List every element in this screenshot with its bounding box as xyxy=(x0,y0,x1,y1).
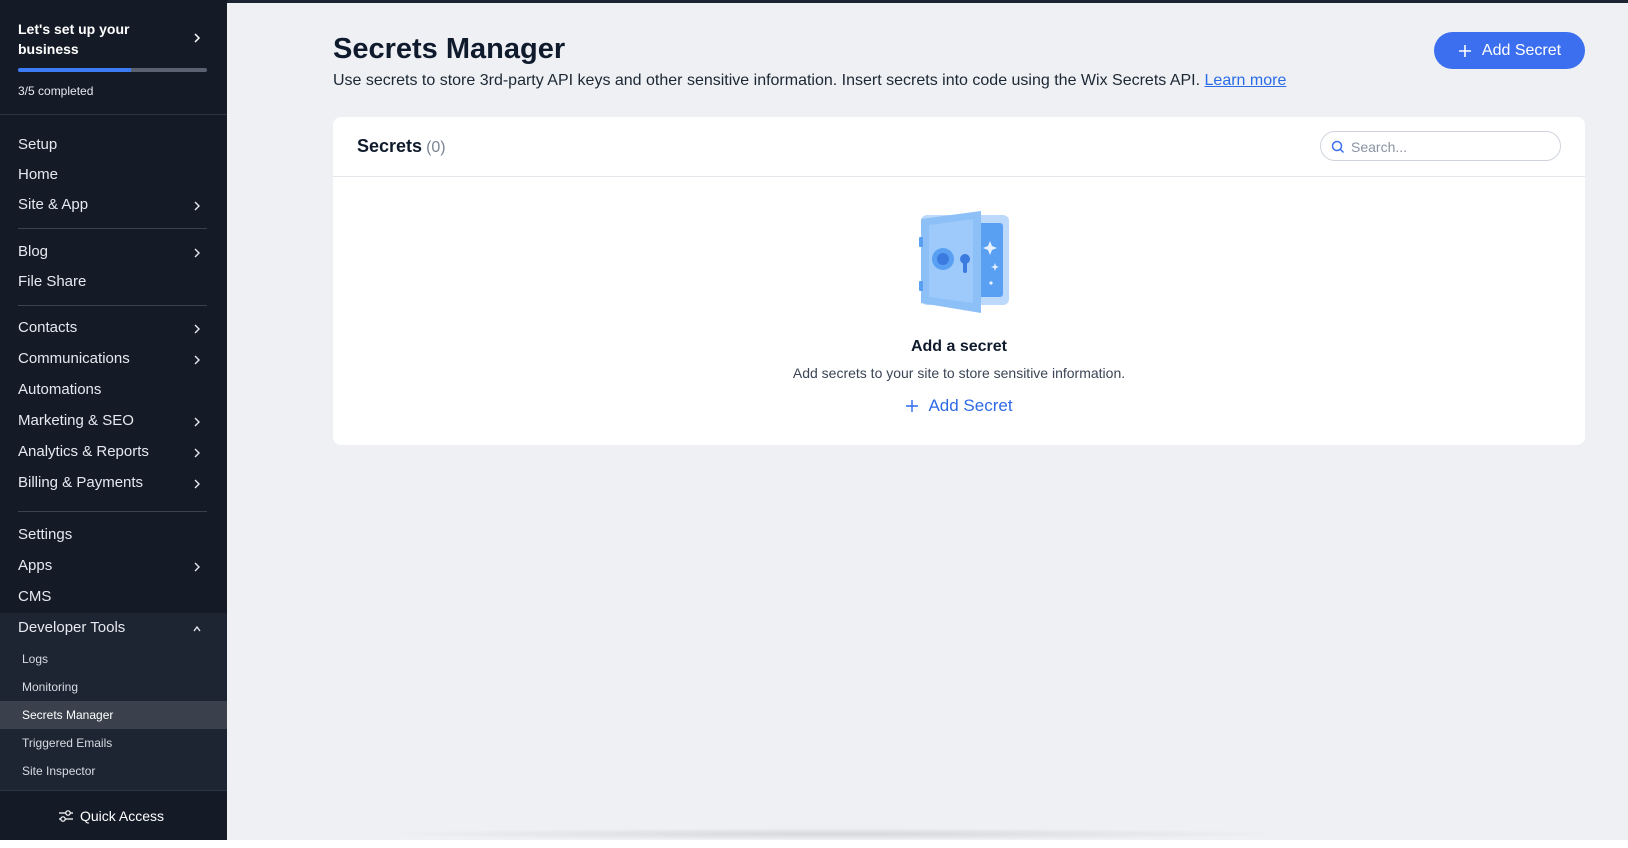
plus-icon xyxy=(906,400,919,412)
bottom-strip xyxy=(0,840,1628,848)
page-description: Use secrets to store 3rd-party API keys … xyxy=(333,72,1286,90)
sidebar-item-setup[interactable]: Setup xyxy=(0,130,227,161)
sidebar-item-label: Site & App xyxy=(18,196,89,213)
secrets-title-text: Secrets xyxy=(357,136,423,156)
sidebar-subitem-label: Site Inspector xyxy=(22,764,96,778)
empty-state-description: Add secrets to your site to store sensit… xyxy=(792,365,1126,381)
safe-illustration-icon xyxy=(919,211,1009,313)
sidebar-subitem-label: Monitoring xyxy=(22,680,79,694)
chevron-right-icon xyxy=(194,201,200,211)
chevron-right-icon xyxy=(194,355,200,365)
add-secret-button[interactable]: Add Secret xyxy=(1434,32,1585,69)
sidebar-item-label: Communications xyxy=(18,350,130,367)
sidebar-item-label: Setup xyxy=(18,136,58,153)
sidebar-item-label: CMS xyxy=(18,588,52,605)
sidebar-subitem-monitoring[interactable]: Monitoring xyxy=(0,673,227,701)
sidebar-item-developer-tools[interactable]: Developer Tools xyxy=(0,613,227,644)
chevron-right-icon xyxy=(194,562,200,572)
quick-access-label: Quick Access xyxy=(80,808,165,824)
sidebar-item-label: Home xyxy=(18,166,59,183)
sidebar-item-label: Developer Tools xyxy=(18,619,126,636)
sidebar-item-marketing-seo[interactable]: Marketing & SEO xyxy=(0,406,227,437)
learn-more-link[interactable]: Learn more xyxy=(1205,72,1287,89)
page-title: Secrets Manager xyxy=(333,33,566,65)
sidebar-divider xyxy=(18,228,207,229)
sidebar-item-settings[interactable]: Settings xyxy=(0,520,227,551)
sidebar-item-label: Analytics & Reports xyxy=(18,443,149,460)
secrets-title: Secrets (0) xyxy=(357,136,446,157)
sidebar-item-analytics-reports[interactable]: Analytics & Reports xyxy=(0,437,227,468)
sidebar-subitem-label: Logs xyxy=(22,652,49,666)
sliders-icon xyxy=(59,810,73,822)
add-secret-button-label: Add Secret xyxy=(1481,41,1562,59)
sidebar-item-label: File Share xyxy=(18,273,87,290)
setup-progress-card[interactable]: Let's set up your business 3/5 completed xyxy=(0,3,227,115)
quick-access-button[interactable]: Quick Access xyxy=(0,790,227,840)
sidebar-item-billing-payments[interactable]: Billing & Payments xyxy=(0,468,227,499)
sidebar-item-apps[interactable]: Apps xyxy=(0,551,227,582)
setup-progress-bar xyxy=(18,68,207,72)
sidebar-item-label: Marketing & SEO xyxy=(18,412,134,429)
sidebar-item-label: Billing & Payments xyxy=(18,474,144,491)
setup-title: Let's set up your business xyxy=(18,21,130,57)
page-description-text: Use secrets to store 3rd-party API keys … xyxy=(333,72,1201,89)
sidebar-item-automations[interactable]: Automations xyxy=(0,375,227,406)
chevron-right-icon xyxy=(194,248,200,258)
sidebar-divider xyxy=(18,511,207,512)
empty-add-secret-label: Add Secret xyxy=(928,396,1013,415)
bottom-shadow xyxy=(370,828,1300,840)
sidebar-item-cms[interactable]: CMS xyxy=(0,582,227,613)
secrets-card: Secrets(0) Add a secret Add secrets to y… xyxy=(333,117,1585,445)
setup-progress-fill xyxy=(18,68,132,72)
plus-icon xyxy=(1458,44,1471,57)
sidebar: Let's set up your business 3/5 completed… xyxy=(0,0,227,840)
sidebar-subitem-site-inspector[interactable]: Site Inspector xyxy=(0,757,227,785)
setup-progress-text: 3/5 completed xyxy=(18,84,94,98)
sidebar-item-home[interactable]: Home xyxy=(0,160,227,191)
search-box[interactable] xyxy=(1320,131,1561,161)
sidebar-item-label: Apps xyxy=(18,557,53,574)
sidebar-subitem-triggered-emails[interactable]: Triggered Emails xyxy=(0,729,227,757)
secrets-count: (0) xyxy=(426,139,446,156)
sidebar-item-label: Contacts xyxy=(18,319,78,336)
sidebar-item-label: Blog xyxy=(18,243,49,260)
search-icon xyxy=(1331,140,1345,154)
sidebar-item-file-share[interactable]: File Share xyxy=(0,267,227,298)
main-content: Secrets Manager Use secrets to store 3rd… xyxy=(227,3,1628,840)
sidebar-divider xyxy=(18,305,207,306)
sidebar-item-communications[interactable]: Communications xyxy=(0,344,227,375)
chevron-right-icon xyxy=(194,448,200,458)
sidebar-item-label: Automations xyxy=(18,381,102,398)
chevron-right-icon xyxy=(194,417,200,427)
empty-add-secret-button[interactable]: Add Secret xyxy=(333,396,1585,416)
sidebar-subitem-label: Secrets Manager xyxy=(22,708,114,722)
secrets-card-header: Secrets (0) xyxy=(333,117,1585,177)
sidebar-subitem-label: Triggered Emails xyxy=(22,736,113,750)
sidebar-item-blog[interactable]: Blog xyxy=(0,237,227,268)
sidebar-subitem-logs[interactable]: Logs xyxy=(0,645,227,673)
search-input[interactable] xyxy=(1351,137,1551,157)
sidebar-item-site-app[interactable]: Site & App xyxy=(0,190,227,221)
chevron-up-icon xyxy=(193,625,201,632)
sidebar-item-contacts[interactable]: Contacts xyxy=(0,313,227,344)
chevron-right-icon xyxy=(194,479,200,489)
sidebar-item-label: Settings xyxy=(18,526,73,543)
sidebar-subitem-secrets-manager[interactable]: Secrets Manager xyxy=(0,701,227,729)
empty-state-title: Add a secret xyxy=(910,338,1008,355)
chevron-right-icon xyxy=(194,324,200,334)
chevron-right-icon xyxy=(194,33,201,43)
